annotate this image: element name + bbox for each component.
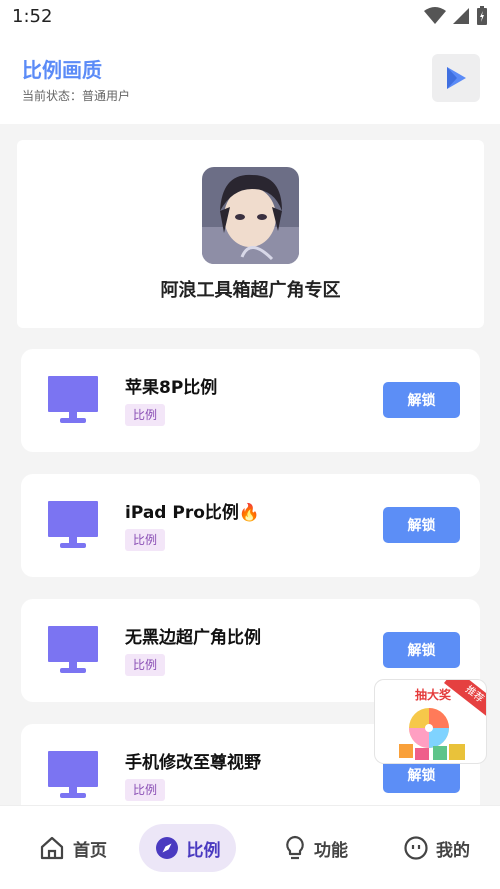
- face-icon: [404, 836, 428, 860]
- avatar-image: [202, 167, 299, 264]
- prize-wheel-icon: [399, 708, 465, 760]
- nav-ratio-label: 比例: [186, 840, 221, 861]
- list-item: 苹果8P比例 比例 解锁: [21, 349, 480, 452]
- unlock-button[interactable]: 解锁: [383, 632, 460, 668]
- profile-name: 阿浪工具箱超广角专区: [160, 280, 341, 301]
- monitor-icon: [48, 376, 98, 423]
- nav-mine-label: 我的: [436, 840, 470, 861]
- item-title: 苹果8P比例: [125, 378, 218, 398]
- item-tag: 比例: [125, 404, 166, 426]
- status-bar: 1:52: [0, 0, 500, 36]
- avatar[interactable]: [202, 167, 299, 264]
- item-tag: 比例: [125, 529, 166, 551]
- compass-icon: [155, 837, 178, 859]
- item-title-text: iPad Pro比例: [125, 503, 239, 523]
- page-title: 比例画质: [22, 58, 102, 82]
- list-item: iPad Pro比例🔥 比例 解锁: [21, 474, 480, 577]
- play-icon: [447, 67, 466, 89]
- ad-title: 抽大奖: [415, 688, 452, 702]
- user-status: 当前状态：普通用户: [22, 89, 131, 103]
- item-title: iPad Pro比例🔥: [125, 498, 260, 523]
- status-time: 1:52: [12, 6, 53, 27]
- item-tag: 比例: [125, 779, 166, 801]
- nav-home[interactable]: 首页: [18, 824, 128, 872]
- play-button[interactable]: [432, 54, 480, 102]
- profile-card: 阿浪工具箱超广角专区: [17, 140, 484, 328]
- home-icon: [40, 836, 64, 860]
- bottom-nav: 首页 比例 功能 我的: [0, 805, 500, 889]
- nav-mine[interactable]: 我的: [392, 824, 482, 872]
- battery-icon: [477, 6, 487, 25]
- monitor-icon: [48, 501, 98, 548]
- nav-features[interactable]: 功能: [266, 824, 366, 872]
- page-header: 比例画质 当前状态：普通用户: [0, 36, 500, 124]
- monitor-icon: [48, 751, 98, 798]
- unlock-button[interactable]: 解锁: [383, 507, 460, 543]
- item-tag: 比例: [125, 654, 166, 676]
- lottery-ad[interactable]: 抽大奖 推荐: [374, 679, 487, 764]
- wifi-icon: [424, 7, 446, 24]
- status-icons: [424, 6, 488, 26]
- signal-icon: [453, 8, 469, 24]
- fire-icon: 🔥: [238, 503, 261, 523]
- nav-ratio[interactable]: 比例: [139, 824, 236, 872]
- item-title: 手机修改至尊视野: [125, 753, 261, 773]
- unlock-button[interactable]: 解锁: [383, 382, 460, 418]
- nav-features-label: 功能: [314, 840, 348, 861]
- monitor-icon: [48, 626, 98, 673]
- nav-home-label: 首页: [73, 840, 107, 861]
- item-title: 无黑边超广角比例: [125, 628, 261, 648]
- bulb-icon: [286, 835, 304, 860]
